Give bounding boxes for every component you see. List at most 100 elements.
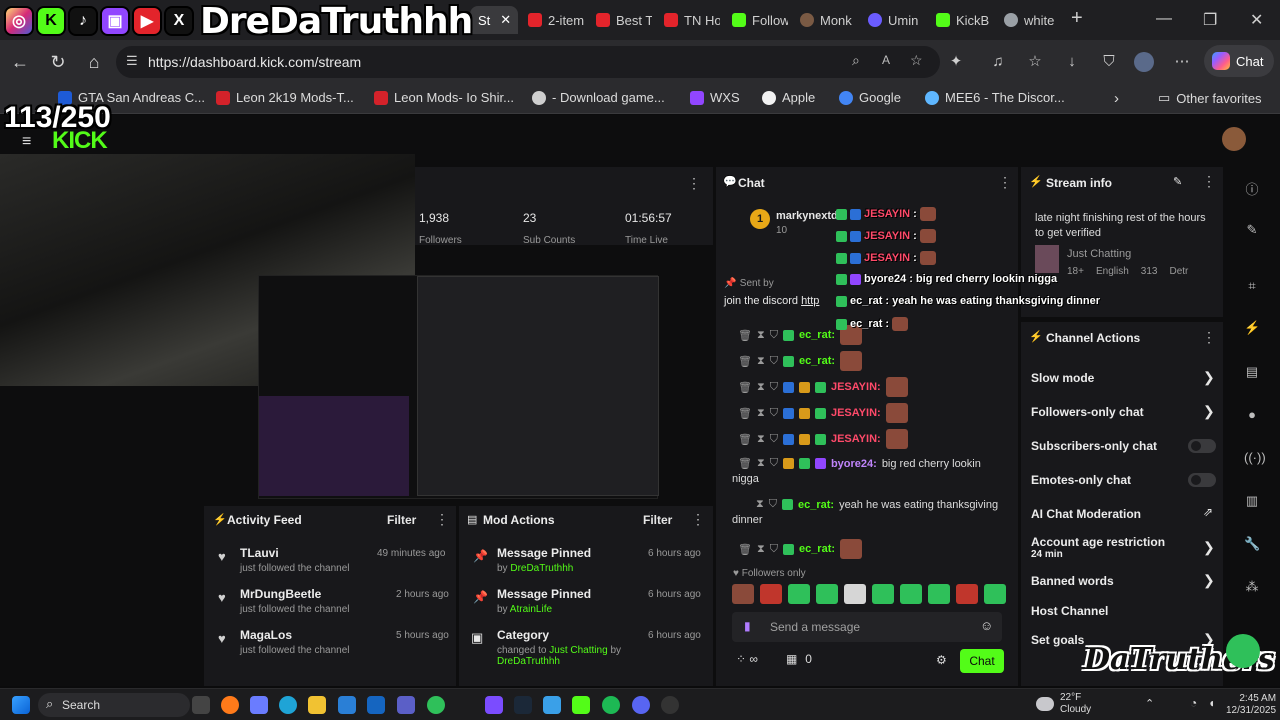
activity-more-icon[interactable]: ⋮ — [435, 511, 449, 528]
hamburger-menu-icon[interactable]: ≡ — [22, 133, 31, 151]
weather-widget[interactable]: 22°F Cloudy — [1036, 692, 1091, 716]
delete-icon[interactable]: 🗑 — [738, 329, 752, 342]
timeout-icon[interactable]: ⧗ — [757, 407, 765, 420]
clock[interactable]: 2:45 AM 12/31/2025 — [1226, 693, 1276, 717]
emote-icon[interactable] — [928, 584, 950, 604]
windows-start-icon[interactable] — [12, 696, 30, 714]
emote-icon[interactable] — [956, 584, 978, 604]
bookmark-leon-mods[interactable]: Leon Mods- Io Shir... — [374, 90, 514, 105]
emote-icon[interactable] — [900, 584, 922, 604]
home-icon[interactable]: ⌂ — [82, 50, 106, 74]
downloads-icon[interactable]: ↓ — [1062, 52, 1082, 72]
read-aloud-icon[interactable]: A — [882, 53, 890, 67]
emote-icon[interactable] — [816, 584, 838, 604]
emote-icon[interactable] — [984, 584, 1006, 604]
timeout-icon[interactable]: ⧗ — [757, 355, 765, 368]
wifi-icon[interactable]: ◔ — [1190, 696, 1197, 710]
external-link-icon[interactable]: ⇗ — [1203, 505, 1213, 519]
chat-username[interactable]: ec_rat: — [798, 499, 834, 511]
teams-icon[interactable] — [397, 696, 415, 714]
firefox-icon[interactable] — [221, 696, 239, 714]
send-chat-button[interactable]: Chat — [960, 649, 1004, 673]
emote-picker-icon[interactable]: ▮ — [744, 619, 751, 633]
tab-umin[interactable]: Umin — [860, 6, 924, 34]
banned-words-row[interactable]: Banned words — [1031, 574, 1114, 588]
share-icon[interactable]: ⁂ — [1244, 579, 1260, 595]
outlook-icon[interactable] — [367, 696, 385, 714]
chevron-right-icon[interactable]: ❯ — [1203, 369, 1215, 386]
copilot-app-icon[interactable] — [250, 696, 268, 714]
xbox-icon[interactable] — [427, 696, 445, 714]
taskbar-search[interactable]: ⌕ Search — [38, 693, 190, 717]
volume-icon[interactable]: ◖ — [1208, 696, 1215, 710]
timeout-icon[interactable]: ⧗ — [757, 329, 765, 342]
media-icon[interactable]: ♫ — [988, 52, 1008, 72]
tab-follow[interactable]: Follow — [724, 6, 788, 34]
favorites-icon[interactable]: ☆ — [1025, 52, 1045, 72]
kick-app-icon[interactable] — [572, 696, 590, 714]
copilot-chat-button[interactable]: Chat — [1204, 45, 1274, 77]
store-icon[interactable] — [338, 696, 356, 714]
top-gifter-name[interactable]: markynextdo — [776, 210, 844, 222]
user-avatar[interactable] — [1222, 127, 1246, 151]
activity-user[interactable]: TLauvi — [240, 546, 400, 560]
followers-only-row[interactable]: Followers-only chat — [1031, 405, 1144, 419]
delete-icon[interactable]: 🗑 — [738, 407, 752, 420]
photos-icon[interactable] — [543, 696, 561, 714]
activity-user[interactable]: MrDungBeetle — [240, 587, 400, 601]
broadcast-icon[interactable]: ((·)) — [1244, 450, 1266, 466]
mod-action-user[interactable]: AtrainLife — [510, 604, 552, 615]
tab-best[interactable]: Best T — [588, 6, 652, 34]
pinned-link[interactable]: http — [801, 295, 819, 307]
channel-actions-more-icon[interactable]: ⋮ — [1202, 329, 1216, 346]
stats-more-icon[interactable]: ⋮ — [687, 175, 701, 192]
smiley-icon[interactable]: ☺ — [980, 618, 993, 633]
delete-icon[interactable]: 🗑 — [738, 457, 752, 470]
tab-2-item[interactable]: 2-item — [520, 6, 584, 34]
mod-more-icon[interactable]: ⋮ — [691, 511, 705, 528]
file-explorer-icon[interactable] — [308, 696, 326, 714]
chat-username[interactable]: JESAYIN: — [831, 433, 881, 445]
shield-icon[interactable]: ⛉ — [1099, 52, 1119, 72]
infinity-icon[interactable]: ⁘ ∞ — [736, 652, 758, 666]
chat-username[interactable]: ec_rat: — [799, 355, 835, 367]
chat-settings-icon[interactable]: ⚙ — [936, 653, 947, 667]
timeout-icon[interactable]: ⧗ — [757, 381, 765, 394]
chat-username[interactable]: JESAYIN: — [831, 407, 881, 419]
mod-action-user[interactable]: DreDaTruthhh — [510, 563, 573, 574]
other-favorites[interactable]: ▭ Other favorites — [1158, 90, 1262, 106]
profile-avatar-icon[interactable] — [1134, 52, 1154, 72]
tab-close-icon[interactable]: ✕ — [500, 12, 511, 28]
chevron-right-icon[interactable]: ❯ — [1203, 539, 1215, 556]
stream-info-more-icon[interactable]: ⋮ — [1202, 173, 1216, 190]
site-info-icon[interactable]: ☰ — [126, 53, 138, 69]
subscribers-only-toggle[interactable] — [1188, 439, 1216, 453]
bookmark-wxs[interactable]: WXS — [690, 90, 740, 105]
delete-icon[interactable]: 🗑 — [738, 543, 752, 556]
wrench-icon[interactable]: 🔧 — [1244, 536, 1260, 552]
close-window-icon[interactable]: ✕ — [1250, 10, 1263, 30]
refresh-icon[interactable]: ↻ — [46, 50, 70, 74]
host-channel-row[interactable]: Host Channel — [1031, 604, 1108, 618]
category-name[interactable]: Just Chatting — [1067, 248, 1131, 260]
tab-white[interactable]: white — [996, 6, 1060, 34]
layout-icon[interactable]: ▥ — [1244, 493, 1260, 509]
restore-icon[interactable]: ❐ — [1203, 10, 1217, 30]
bookmark-google[interactable]: Google — [839, 90, 901, 105]
emote-icon[interactable] — [844, 584, 866, 604]
zoom-icon[interactable]: ⌕ — [852, 52, 860, 69]
slow-mode-row[interactable]: Slow mode — [1031, 371, 1094, 385]
mod-action-user[interactable]: DreDaTruthhh — [497, 656, 560, 667]
tab-monk[interactable]: Monk — [792, 6, 856, 34]
spotify-icon[interactable] — [602, 696, 620, 714]
timeout-icon[interactable]: ⧗ — [757, 433, 765, 446]
edit-pencil-icon[interactable]: ✎ — [1173, 175, 1182, 188]
delete-icon[interactable]: 🗑 — [738, 355, 752, 368]
chat-input[interactable]: ▮ Send a message ☺ — [732, 612, 1002, 642]
account-age-row[interactable]: Account age restriction — [1031, 535, 1165, 549]
document-icon[interactable]: ▤ — [1244, 364, 1260, 380]
favorite-star-icon[interactable]: ☆ — [910, 52, 923, 69]
timeout-icon[interactable]: ⧗ — [756, 498, 764, 511]
emote-icon[interactable] — [760, 584, 782, 604]
chat-username[interactable]: ec_rat: — [799, 329, 835, 341]
